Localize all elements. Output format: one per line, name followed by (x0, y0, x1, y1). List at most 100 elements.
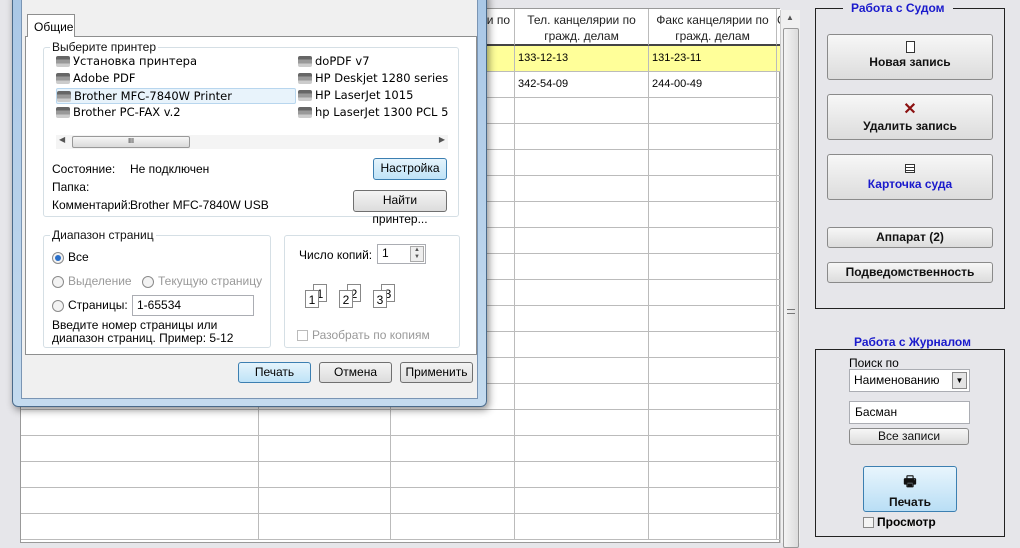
folder-label: Папка: (52, 180, 90, 194)
grid-cell[interactable] (515, 384, 649, 410)
grid-cell[interactable] (515, 202, 649, 228)
grid-cell[interactable] (21, 410, 259, 436)
scrollbar-thumb[interactable]: III (72, 136, 190, 148)
new-record-button[interactable]: Новая запись (827, 34, 993, 80)
court-card-button[interactable]: Карточка суда (827, 154, 993, 200)
grid-cell[interactable] (259, 462, 391, 488)
apparatus-button[interactable]: Аппарат (2) (827, 227, 993, 248)
grid-cell[interactable] (21, 436, 259, 462)
grid-cell[interactable] (515, 254, 649, 280)
jurisdiction-button[interactable]: Подведомственность (827, 262, 993, 283)
column-header-fax[interactable]: Факс канцелярии по гражд. делам (649, 9, 777, 46)
grid-cell[interactable] (649, 202, 777, 228)
grid-cell[interactable]: 244-00-49 (649, 72, 777, 98)
grid-cell[interactable] (649, 358, 777, 384)
find-printer-button[interactable]: Найти принтер... (353, 190, 447, 226)
grid-cell[interactable] (515, 150, 649, 176)
cancel-button[interactable]: Отмена (319, 362, 392, 383)
grid-cell[interactable] (391, 488, 515, 514)
grid-cell[interactable] (515, 176, 649, 202)
grid-cell[interactable] (649, 514, 777, 540)
printer-item[interactable]: Brother PC-FAX v.2 (56, 105, 181, 119)
tab-general[interactable]: Общие (27, 14, 75, 37)
delete-record-button[interactable]: ✕ Удалить запись (827, 94, 993, 140)
grid-cell[interactable] (259, 436, 391, 462)
grid-cell[interactable] (649, 124, 777, 150)
grid-cell[interactable] (649, 280, 777, 306)
grid-cell[interactable] (649, 384, 777, 410)
grid-cell[interactable] (21, 514, 259, 540)
grid-cell[interactable] (649, 228, 777, 254)
grid-cell[interactable]: 342-54-09 (515, 72, 649, 98)
copies-spinner[interactable]: ▲ ▼ (410, 246, 424, 262)
checkbox-box[interactable] (863, 516, 874, 528)
printer-item[interactable]: HP Deskjet 1280 series (298, 71, 448, 85)
radio-all[interactable]: Все (52, 250, 89, 264)
radio-button[interactable] (52, 251, 64, 264)
pages-input[interactable]: 1-65534 (132, 295, 254, 316)
copies-input[interactable]: 1 ▲ ▼ (377, 244, 426, 264)
all-records-button[interactable]: Все записи (849, 428, 969, 445)
grid-cell[interactable] (515, 462, 649, 488)
grid-cell[interactable] (21, 462, 259, 488)
grid-cell[interactable] (515, 488, 649, 514)
grid-cell[interactable]: 131-23-11 (649, 46, 777, 72)
apply-button[interactable]: Применить (400, 362, 473, 383)
grid-cell[interactable] (391, 462, 515, 488)
grid-cell[interactable] (515, 410, 649, 436)
printer-item[interactable]: HP LaserJet 1015 (298, 88, 413, 102)
grid-cell[interactable] (649, 488, 777, 514)
grid-cell[interactable] (515, 98, 649, 124)
printer-list-hscrollbar[interactable]: ◀ III ▶ (56, 135, 448, 149)
grid-cell[interactable] (649, 98, 777, 124)
grid-cell[interactable] (515, 280, 649, 306)
grid-cell[interactable] (649, 332, 777, 358)
grid-cell[interactable] (21, 488, 259, 514)
radio-current-page-label: Текущую страницу (158, 274, 263, 288)
scrollbar-thumb[interactable] (783, 28, 799, 548)
radio-button[interactable] (52, 299, 64, 312)
grid-cell[interactable] (515, 358, 649, 384)
delete-x-icon: ✕ (903, 101, 917, 118)
preview-checkbox[interactable]: Просмотр (863, 515, 936, 529)
grid-cell[interactable]: 133-12-13 (515, 46, 649, 72)
grid-vertical-scrollbar[interactable]: ▲ (780, 10, 800, 548)
grid-cell[interactable] (391, 514, 515, 540)
scroll-right-arrow-icon[interactable]: ▶ (439, 135, 445, 144)
printer-item[interactable]: Adobe PDF (56, 71, 135, 85)
grid-cell[interactable] (515, 124, 649, 150)
grid-cell[interactable] (391, 436, 515, 462)
chevron-down-icon[interactable]: ▼ (952, 372, 967, 389)
grid-cell[interactable] (649, 150, 777, 176)
setup-button[interactable]: Настройка (373, 158, 447, 180)
grid-cell[interactable] (259, 514, 391, 540)
search-input[interactable]: Басман (849, 401, 970, 424)
grid-cell[interactable] (649, 306, 777, 332)
print-label: Печать (889, 495, 931, 509)
grid-cell[interactable] (259, 410, 391, 436)
print-journal-button[interactable]: 🖶 Печать (863, 466, 957, 512)
grid-cell[interactable] (649, 176, 777, 202)
printer-item[interactable]: doPDF v7 (298, 54, 370, 68)
grid-cell[interactable] (515, 436, 649, 462)
search-by-select[interactable]: Наименованию ▼ (849, 369, 970, 392)
printer-item[interactable]: Установка принтера (56, 54, 197, 68)
grid-cell[interactable] (515, 514, 649, 540)
scroll-up-arrow-icon[interactable]: ▲ (786, 13, 794, 22)
scroll-left-arrow-icon[interactable]: ◀ (59, 135, 65, 144)
grid-cell[interactable] (649, 436, 777, 462)
grid-cell[interactable] (515, 332, 649, 358)
radio-pages[interactable]: Страницы: (52, 298, 128, 312)
printer-item[interactable]: hp LaserJet 1300 PCL 5 (298, 105, 448, 119)
grid-cell[interactable] (649, 410, 777, 436)
printer-item[interactable]: Brother MFC-7840W Printer (56, 88, 296, 104)
grid-cell[interactable] (259, 488, 391, 514)
column-header-tel[interactable]: Тел. канцелярии по гражд. делам (515, 9, 649, 46)
grid-cell[interactable] (515, 306, 649, 332)
grid-cell[interactable] (649, 462, 777, 488)
grid-cell[interactable] (515, 228, 649, 254)
grid-cell[interactable] (649, 254, 777, 280)
new-document-icon (905, 41, 915, 53)
print-button[interactable]: Печать (238, 362, 311, 383)
grid-cell[interactable] (391, 410, 515, 436)
